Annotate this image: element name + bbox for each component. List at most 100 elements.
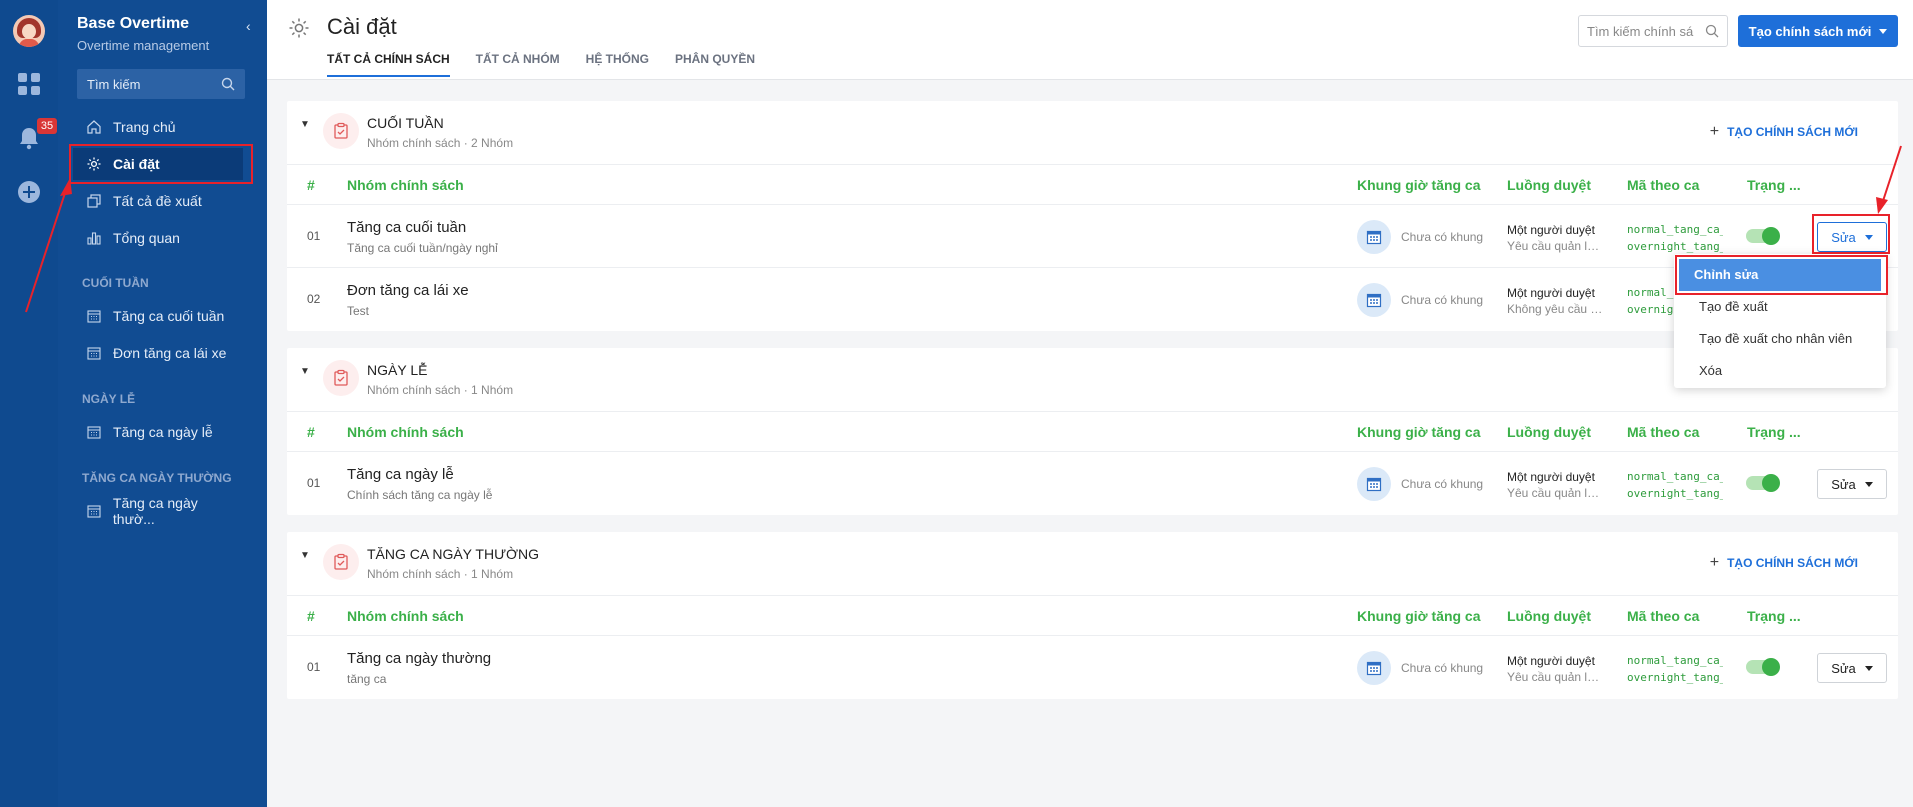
row-index: 01 (307, 660, 321, 674)
approval-flow-desc: Yêu cầu quản lý duyệt (1507, 670, 1603, 684)
table-row[interactable]: 01 Tăng ca cuối tuần Tăng ca cuối tuần/n… (287, 205, 1898, 268)
sidebar-item-label: Trang chủ (113, 119, 176, 135)
collapse-caret-icon[interactable]: ▼ (300, 119, 310, 130)
column-header: Mã theo ca (1627, 424, 1700, 440)
approval-flow-title: Một người duyệt (1507, 654, 1595, 668)
policy-search-input[interactable]: Tìm kiếm chính sá (1578, 15, 1728, 47)
app-subtitle: Overtime management (77, 38, 210, 53)
calendar-icon (1357, 220, 1391, 254)
sidebar-item-policy[interactable]: Tăng ca ngày thườ... (73, 495, 243, 527)
column-header: Trạng ... (1747, 608, 1801, 624)
edit-button[interactable]: Sửa (1817, 469, 1887, 499)
page-title: Cài đặt (327, 14, 397, 39)
tab-all-groups[interactable]: TẤT CẢ NHÓM (476, 52, 560, 77)
sidebar-search-input[interactable]: Tìm kiếm (77, 69, 245, 99)
collapse-caret-icon[interactable]: ▼ (300, 550, 310, 561)
status-toggle[interactable] (1746, 474, 1780, 492)
column-header: Luồng duyệt (1507, 424, 1591, 440)
user-avatar[interactable] (13, 15, 45, 47)
approval-flow-desc: Yêu cầu quản lý duyệt (1507, 239, 1603, 253)
group-subtitle: Nhóm chính sách · 2 Nhóm (367, 136, 514, 150)
group-name: CUỐI TUẦN (367, 115, 444, 131)
sidebar-item-proposals[interactable]: Tất cả đề xuất (73, 185, 243, 217)
create-policy-button[interactable]: Tạo chính sách mới (1738, 15, 1898, 47)
calendar-icon (85, 423, 103, 441)
sidebar-item-label: Tất cả đề xuất (113, 193, 202, 209)
sidebar-item-policy[interactable]: Đơn tăng ca lái xe (73, 337, 243, 369)
policy-name[interactable]: Tăng ca cuối tuần (347, 219, 466, 236)
tab-bar: TẤT CẢ CHÍNH SÁCH TẤT CẢ NHÓM HỆ THỐNG P… (327, 52, 755, 77)
search-icon (221, 77, 235, 91)
plus-icon: + (1709, 123, 1720, 140)
bar-chart-icon (85, 229, 103, 247)
highlight-box (69, 144, 253, 184)
column-header: Luồng duyệt (1507, 177, 1591, 193)
approval-flow-desc: Yêu cầu quản lý duyệt (1507, 486, 1603, 500)
status-toggle[interactable] (1746, 227, 1780, 245)
sidebar-item-policy[interactable]: Tăng ca cuối tuần (73, 300, 243, 332)
menu-item-create-proposal-for-employee[interactable]: Tạo đề xuất cho nhân viên (1679, 323, 1881, 355)
add-circle-icon[interactable] (17, 180, 41, 204)
sidebar-item-overview[interactable]: Tổng quan (73, 222, 243, 254)
copy-icon (85, 192, 103, 210)
sidebar-search-placeholder: Tìm kiếm (87, 76, 141, 92)
group-name: NGÀY LỄ (367, 362, 428, 378)
page-header: Cài đặt TẤT CẢ CHÍNH SÁCH TẤT CẢ NHÓM HỆ… (267, 0, 1913, 80)
table-row[interactable]: 02 Đơn tăng ca lái xe Test Chưa có khung… (287, 268, 1898, 331)
table-row[interactable]: 01 Tăng ca ngày thường tăng ca Chưa có k… (287, 636, 1898, 699)
policy-description: Chính sách tăng ca ngày lễ (347, 488, 493, 502)
collapse-chevron-icon[interactable]: ‹ (246, 18, 251, 34)
calendar-icon (85, 502, 103, 520)
menu-item-create-proposal[interactable]: Tạo đề xuất (1679, 291, 1881, 323)
column-header: Trạng ... (1747, 177, 1801, 193)
sidebar: Base Overtime Overtime management ‹ Tìm … (58, 0, 267, 807)
edit-button[interactable]: Sửa (1817, 653, 1887, 683)
search-icon (1705, 24, 1719, 38)
calendar-icon (85, 307, 103, 325)
policy-group-card: ▼ NGÀY LỄ Nhóm chính sách · 1 Nhóm # Nhó… (287, 348, 1898, 515)
search-placeholder: Tìm kiếm chính sá (1587, 23, 1694, 39)
group-subtitle: Nhóm chính sách · 1 Nhóm (367, 383, 514, 397)
sidebar-section-title: NGÀY LỄ (82, 392, 136, 406)
column-header: # (307, 608, 315, 624)
group-create-policy-button[interactable]: + TẠO CHÍNH SÁCH MỚI (1710, 123, 1858, 141)
column-header: # (307, 424, 315, 440)
sidebar-item-label: Tăng ca ngày lễ (113, 424, 213, 440)
shift-code: normal_tang_ca_cuoi_tuan (1627, 223, 1723, 236)
column-header: Trạng ... (1747, 424, 1801, 440)
apps-grid-icon[interactable] (17, 72, 41, 96)
approval-flow-title: Một người duyệt (1507, 223, 1595, 237)
shift-code: normal_tang_ca_ngay_thuong (1627, 654, 1723, 667)
policy-name[interactable]: Tăng ca ngày thường (347, 650, 491, 667)
clipboard-check-icon (323, 544, 359, 580)
highlight-box (1812, 214, 1890, 254)
policy-group-card: ▼ CUỐI TUẦN Nhóm chính sách · 2 Nhóm + TẠ… (287, 101, 1898, 331)
row-index: 01 (307, 229, 321, 243)
policy-group-card: ▼ TĂNG CA NGÀY THƯỜNG Nhóm chính sách · … (287, 532, 1898, 699)
policy-name[interactable]: Đơn tăng ca lái xe (347, 282, 469, 299)
sidebar-item-home[interactable]: Trang chủ (73, 111, 243, 143)
plus-icon: + (1709, 554, 1720, 571)
calendar-icon (1357, 651, 1391, 685)
policy-description: tăng ca (347, 672, 387, 686)
shift-code: overnight_tang_ca_cuoi_tuan (1627, 240, 1723, 253)
policy-name[interactable]: Tăng ca ngày lễ (347, 466, 454, 483)
table-row[interactable]: 01 Tăng ca ngày lễ Chính sách tăng ca ng… (287, 452, 1898, 515)
tab-system[interactable]: HỆ THỐNG (586, 52, 649, 77)
column-header: Khung giờ tăng ca (1357, 608, 1481, 624)
column-header: Nhóm chính sách (347, 177, 464, 193)
row-index: 01 (307, 476, 321, 490)
highlight-box (1675, 255, 1888, 295)
collapse-caret-icon[interactable]: ▼ (300, 366, 310, 377)
row-index: 02 (307, 292, 321, 306)
group-create-policy-button[interactable]: + TẠO CHÍNH SÁCH MỚI (1710, 554, 1858, 572)
tab-all-policies[interactable]: TẤT CẢ CHÍNH SÁCH (327, 52, 450, 77)
status-toggle[interactable] (1746, 658, 1780, 676)
sidebar-section-title: TĂNG CA NGÀY THƯỜNG (82, 471, 232, 485)
menu-item-delete[interactable]: Xóa (1679, 355, 1881, 387)
tab-permissions[interactable]: PHÂN QUYỀN (675, 52, 755, 77)
sidebar-item-policy[interactable]: Tăng ca ngày lễ (73, 416, 243, 448)
notification-badge: 35 (37, 118, 57, 134)
shift-code: overnight_tang_ca_ngay_le (1627, 487, 1723, 500)
clipboard-check-icon (323, 360, 359, 396)
